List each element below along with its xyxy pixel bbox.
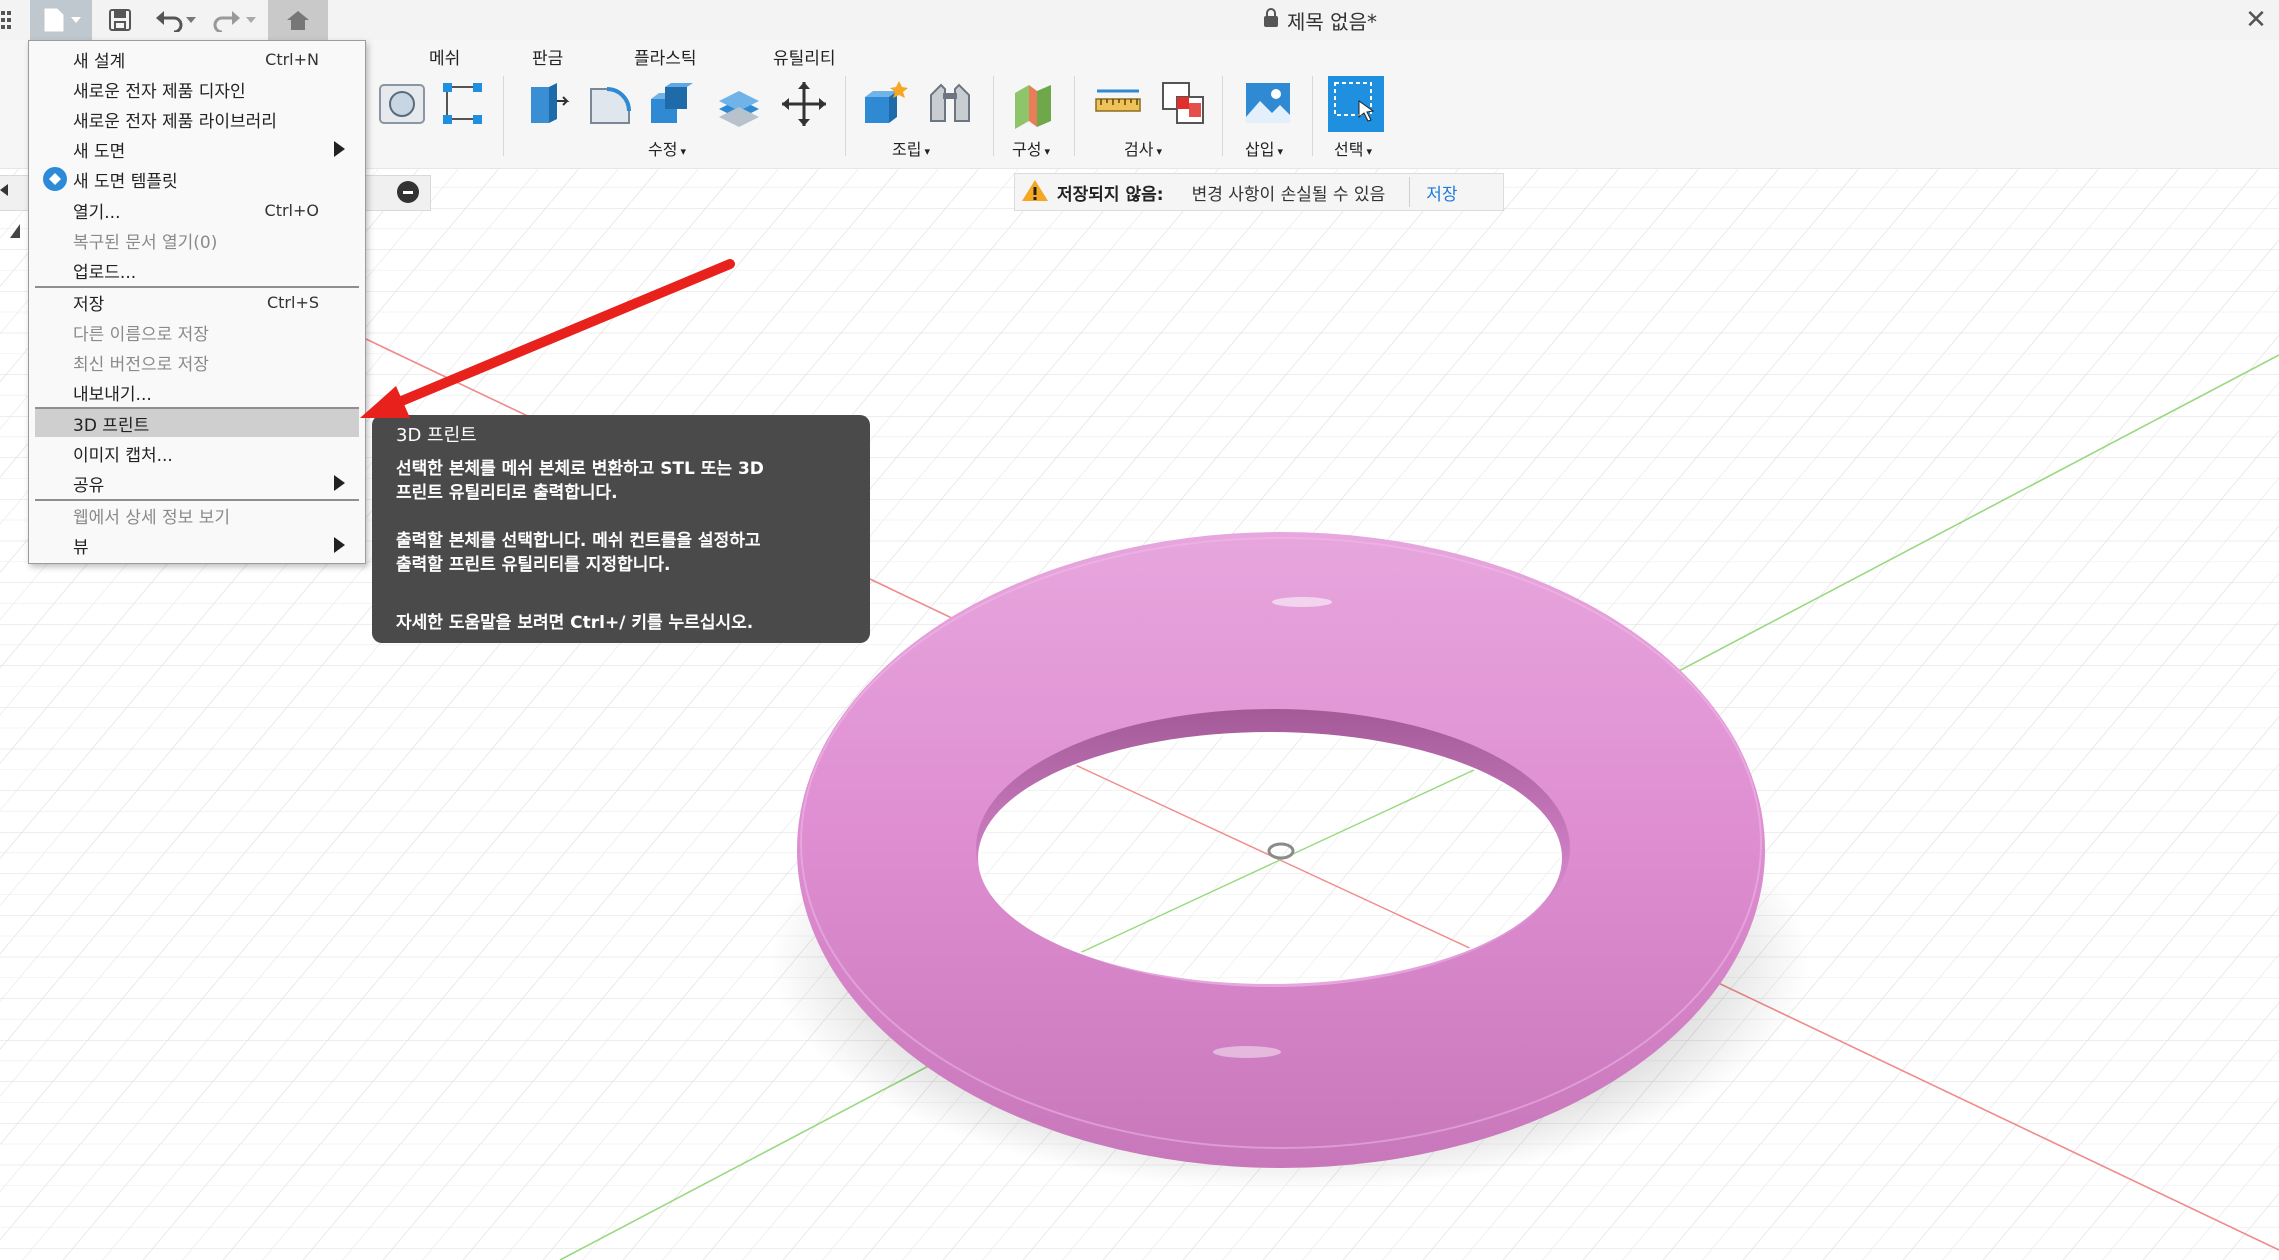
tooltip-title: 3D 프린트 [396, 425, 477, 446]
menu-item-save[interactable]: 저장 Ctrl+S [35, 288, 359, 316]
lock-icon [1263, 7, 1279, 33]
menu-item-save-as-latest: 최신 버전으로 저장 [73, 354, 209, 375]
menu-item-share[interactable]: 공유 [35, 469, 359, 497]
save-link[interactable]: 저장 [1426, 180, 1457, 205]
drawing-template-icon [43, 167, 67, 191]
warning-icon [1021, 178, 1049, 207]
tooltip-3d-print: 3D 프린트 선택한 본체를 메쉬 본체로 변환하고 STL 또는 3D 프린트… [372, 415, 870, 643]
document-title-text: 제목 없음* [1287, 9, 1377, 34]
measure-icon[interactable] [1090, 76, 1146, 132]
submenu-arrow-icon [334, 141, 345, 157]
fillet-icon[interactable] [582, 76, 638, 132]
combine-icon[interactable] [644, 76, 700, 132]
group-assemble[interactable]: 조립 ▾ [892, 136, 930, 160]
torus-body [797, 532, 1765, 1168]
group-insert[interactable]: 삽입 ▾ [1245, 136, 1283, 160]
select-tool-icon[interactable] [1328, 76, 1384, 132]
tooltip-line-4: 출력할 프린트 유틸리티를 지정합니다. [396, 555, 671, 575]
file-menu-button[interactable] [30, 0, 92, 40]
toolbar-separator [1222, 76, 1223, 156]
menu-item-3d-print[interactable]: 3D 프린트 [35, 409, 359, 437]
submenu-arrow-icon [334, 537, 345, 553]
undo-icon[interactable] [152, 0, 200, 40]
sketch-circle-icon[interactable] [374, 76, 430, 132]
file-icon [41, 7, 81, 33]
press-pull-icon[interactable] [518, 76, 574, 132]
menu-item-view-details-web: 웹에서 상세 정보 보기 [73, 507, 230, 528]
tooltip-line-1: 선택한 본체를 메쉬 본체로 변환하고 STL 또는 3D [396, 459, 764, 479]
collapse-icon[interactable] [397, 181, 419, 203]
menu-item-save-as: 다른 이름으로 저장 [73, 324, 209, 345]
tab-sheet-metal[interactable]: 판금 [532, 44, 563, 69]
warning-message: 변경 사항이 손실될 수 있음 [1191, 184, 1386, 205]
close-icon[interactable]: ✕ [2239, 4, 2273, 36]
tab-plastic[interactable]: 플라스틱 [634, 44, 697, 69]
construct-plane-icon[interactable] [1006, 76, 1062, 132]
insert-image-icon[interactable] [1240, 76, 1296, 132]
warning-title: 저장되지 않음: [1057, 184, 1164, 205]
apps-grid-icon[interactable] [0, 0, 16, 40]
group-inspect[interactable]: 검사 ▾ [1124, 136, 1162, 160]
menu-item-view[interactable]: 뷰 [35, 531, 359, 559]
redo-icon[interactable] [210, 0, 258, 40]
menu-item-upload[interactable]: 업로드... [35, 256, 359, 284]
tooltip-line-3: 출력할 본체를 선택합니다. 메쉬 컨트롤을 설정하고 [396, 531, 761, 551]
title-bar: 제목 없음* ✕ [0, 0, 2279, 41]
menu-item-new-electronics-library[interactable]: 새로운 전자 제품 라이브러리 [35, 105, 359, 133]
new-component-icon[interactable] [858, 76, 914, 132]
menu-item-new-design[interactable]: 새 설계 Ctrl+N [35, 45, 359, 73]
group-modify[interactable]: 수정 ▾ [648, 136, 686, 160]
move-icon[interactable] [776, 76, 832, 132]
chevron-left-icon[interactable] [0, 184, 8, 196]
toolbar-separator [1312, 76, 1313, 156]
joint-icon[interactable] [922, 76, 978, 132]
submenu-arrow-icon [334, 475, 345, 491]
interference-icon[interactable] [1156, 76, 1212, 132]
home-icon[interactable] [268, 0, 328, 40]
file-menu: 새 설계 Ctrl+N 새로운 전자 제품 디자인 새로운 전자 제품 라이브러리… [28, 40, 366, 564]
tooltip-line-5: 자세한 도움말을 보려면 Ctrl+/ 키를 누르십시오. [396, 613, 754, 633]
menu-item-new-electronics-design[interactable]: 새로운 전자 제품 디자인 [35, 75, 359, 103]
group-select[interactable]: 선택 ▾ [1334, 136, 1372, 160]
viewcube-corner-icon [10, 224, 20, 238]
sketch-path-icon[interactable] [434, 76, 490, 132]
tab-utilities[interactable]: 유틸리티 [773, 44, 836, 69]
menu-item-open-recovered: 복구된 문서 열기(0) [73, 232, 218, 253]
toolbar-separator [503, 76, 504, 156]
warning-separator [1409, 177, 1411, 207]
document-title: 제목 없음* [1180, 0, 1460, 40]
menu-item-new-drawing-template[interactable]: 새 도면 템플릿 [35, 165, 359, 193]
toolbar-separator [1074, 76, 1075, 156]
toolbar-separator [993, 76, 994, 156]
menu-item-new-drawing[interactable]: 새 도면 [35, 135, 359, 163]
menu-item-export[interactable]: 내보내기... [35, 378, 359, 406]
group-construct[interactable]: 구성 ▾ [1012, 136, 1050, 160]
menu-item-open[interactable]: 열기... Ctrl+O [35, 196, 359, 224]
save-icon[interactable] [104, 0, 136, 40]
tab-mesh[interactable]: 메쉬 [429, 44, 460, 69]
tooltip-line-2: 프린트 유틸리티로 출력합니다. [396, 483, 618, 503]
offset-face-icon[interactable] [710, 76, 766, 132]
menu-item-capture-image[interactable]: 이미지 캡처... [35, 439, 359, 467]
toolbar-separator [845, 76, 846, 156]
unsaved-warning-bar: 저장되지 않음: 변경 사항이 손실될 수 있음 저장 [1014, 173, 1504, 211]
